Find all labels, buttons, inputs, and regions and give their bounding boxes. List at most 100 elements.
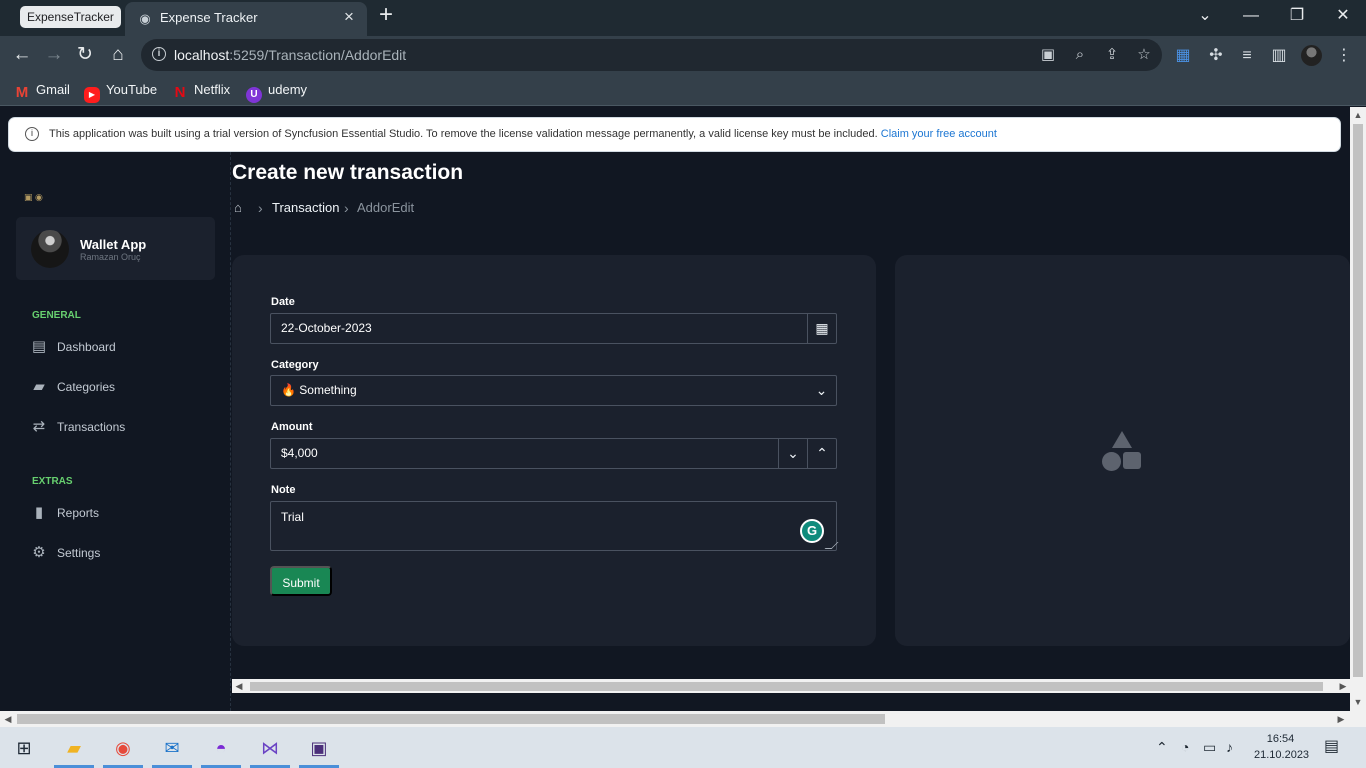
url-text[interactable]: localhost:5259/Transaction/AddorEdit — [174, 47, 406, 63]
clock-time: 16:54 — [1266, 733, 1295, 745]
date-value: 22-October-2023 — [281, 321, 372, 335]
page-vertical-scrollbar[interactable]: ▲ ▼ — [1350, 107, 1366, 711]
date-picker-input[interactable]: 22-October-2023 ▦ — [270, 313, 837, 344]
page-title: Create new transaction — [232, 161, 464, 184]
mail-icon[interactable]: ✉ — [159, 735, 185, 761]
calendar-icon[interactable]: ▦ — [807, 314, 836, 343]
sidebar-toggle-icon[interactable]: ▣ ◉ — [24, 192, 43, 203]
back-button[interactable]: ← — [9, 41, 35, 69]
zoom-icon[interactable]: ⌕ — [1070, 45, 1090, 65]
active-browser-tab[interactable]: ◉ Expense Tracker × — [125, 2, 367, 36]
bookmark-star-icon[interactable]: ☆ — [1134, 45, 1154, 65]
github-desktop-icon[interactable]: ◓ — [208, 735, 234, 761]
bookmark-youtube[interactable]: ▶ YouTube — [84, 81, 158, 103]
windows-start-icon[interactable]: ⊞ — [11, 735, 37, 761]
address-bar[interactable]: i localhost:5259/Transaction/AddorEdit ▣… — [141, 39, 1162, 71]
increment-chevron-up-icon[interactable]: ⌃ — [807, 439, 836, 468]
extensions-puzzle-icon[interactable]: ✣ — [1205, 45, 1227, 67]
transfer-arrows-icon: ⇄ — [32, 418, 46, 435]
terminal-icon[interactable]: ▣ — [306, 735, 332, 761]
sidebar-item-settings[interactable]: ⚙ Settings — [30, 538, 220, 568]
bookmark-label: Netflix — [194, 82, 231, 97]
license-message: This application was built using a trial… — [49, 128, 881, 140]
clock-date: 21.10.2023 — [1254, 749, 1310, 761]
content-horizontal-scrollbar[interactable]: ◀ ▶ — [232, 679, 1350, 693]
tab-search-icon[interactable]: ⌄ — [1192, 3, 1218, 29]
breadcrumb-transaction-link[interactable]: Transaction — [272, 198, 339, 218]
claim-free-account-link[interactable]: Claim your free account — [881, 128, 997, 140]
share-icon[interactable]: ⇪ — [1102, 45, 1122, 65]
sidebar-item-transactions[interactable]: ⇄ Transactions — [30, 412, 220, 442]
bookmark-udemy[interactable]: Uudemy — [246, 81, 307, 103]
submit-button[interactable]: Submit — [270, 566, 332, 596]
show-hidden-icons-chevron-icon[interactable]: ⌃ — [1156, 739, 1168, 755]
scroll-up-icon[interactable]: ▲ — [1351, 108, 1365, 122]
wifi-icon[interactable]: ◔ — [1181, 739, 1189, 755]
amount-value: $4,000 — [281, 446, 318, 460]
scrollbar-thumb[interactable] — [17, 714, 885, 724]
forward-button[interactable]: → — [41, 41, 67, 69]
media-controls-icon[interactable]: ≡ — [1236, 45, 1258, 67]
file-explorer-icon[interactable]: ▰ — [61, 735, 87, 761]
translate-icon[interactable]: ▣ — [1038, 45, 1058, 65]
info-icon: i — [25, 127, 39, 141]
scroll-left-icon[interactable]: ◀ — [1, 712, 15, 726]
bookmark-netflix[interactable]: N Netflix — [172, 81, 231, 101]
category-dropdown[interactable]: 🔥 Something ⌄ — [270, 375, 837, 406]
category-label: Category — [271, 359, 319, 371]
note-textarea[interactable]: Trial G — [270, 501, 839, 551]
bookmark-label: YouTube — [106, 82, 158, 97]
new-tab-button[interactable]: + — [376, 3, 396, 28]
sidebar-item-categories[interactable]: ▰ Categories — [30, 372, 220, 402]
browser-menu-icon[interactable]: ⋮ — [1333, 45, 1355, 67]
sidebar-item-reports[interactable]: ▮ Reports — [30, 498, 220, 528]
visual-studio-icon[interactable]: ⋈ — [257, 735, 283, 761]
browser-toolbar: ← → ↻ ⌂ i localhost:5259/Transaction/Add… — [0, 36, 1366, 74]
google-translate-extension-icon[interactable]: ▦ — [1172, 45, 1194, 67]
main-content: Create new transaction ⌂ › Transaction ›… — [232, 152, 1350, 711]
scroll-left-icon[interactable]: ◀ — [232, 679, 246, 693]
minimize-window-button[interactable]: — — [1238, 3, 1264, 29]
profile-subtitle: Ramazan Oruç — [80, 252, 141, 262]
resize-handle[interactable] — [824, 542, 839, 549]
chrome-icon[interactable]: ◉ — [110, 735, 136, 761]
taskbar-clock[interactable]: 16:54 21.10.2023 — [1254, 731, 1310, 763]
profile-avatar[interactable] — [1301, 45, 1322, 66]
scroll-right-icon[interactable]: ▶ — [1336, 679, 1350, 693]
close-window-button[interactable]: ✕ — [1330, 3, 1356, 29]
sidebar-section-extras: EXTRAS — [32, 476, 73, 487]
chevron-right-icon: › — [344, 200, 349, 216]
scrollbar-thumb[interactable] — [250, 682, 1323, 691]
triangle-shape — [1112, 431, 1132, 448]
bookmarks-bar: M Gmail ▶ YouTube N Netflix Uudemy — [0, 74, 1366, 106]
bar-chart-icon: ▮ — [34, 504, 44, 521]
chevron-down-icon[interactable]: ⌄ — [807, 376, 836, 405]
close-tab-icon[interactable]: × — [341, 8, 357, 26]
sidebar-item-dashboard[interactable]: ▤ Dashboard — [30, 332, 220, 362]
bookmark-gmail[interactable]: M Gmail — [14, 81, 70, 101]
restore-window-button[interactable]: ❐ — [1284, 3, 1310, 29]
url-path: :5259/Transaction/AddorEdit — [229, 47, 407, 63]
netflix-icon: N — [174, 84, 186, 101]
site-info-icon[interactable]: i — [152, 47, 166, 61]
scroll-right-icon[interactable]: ▶ — [1334, 712, 1348, 726]
volume-icon[interactable]: ♪ — [1226, 739, 1233, 755]
side-panel-icon[interactable]: ▥ — [1268, 45, 1290, 67]
circle-shape — [1102, 452, 1121, 471]
home-icon[interactable]: ⌂ — [234, 198, 248, 218]
folder-icon: ▰ — [33, 378, 45, 395]
square-shape — [1123, 452, 1141, 469]
reload-button[interactable]: ↻ — [72, 41, 98, 69]
home-button[interactable]: ⌂ — [105, 41, 131, 69]
battery-icon[interactable]: ▭ — [1203, 739, 1216, 755]
profile-card[interactable]: Wallet App Ramazan Oruç — [16, 217, 215, 280]
notification-center-icon[interactable]: ▤ — [1324, 739, 1339, 755]
tab-group-label[interactable]: ExpenseTracker — [20, 6, 121, 28]
scroll-down-icon[interactable]: ▼ — [1351, 695, 1365, 709]
page-horizontal-scrollbar[interactable]: ◀ ▶ — [0, 711, 1350, 727]
web-app-viewport: i This application was built using a tri… — [0, 107, 1350, 711]
decrement-chevron-down-icon[interactable]: ⌄ — [778, 439, 807, 468]
grammarly-icon[interactable]: G — [800, 519, 824, 543]
amount-numeric-input[interactable]: $4,000 ⌄ ⌃ — [270, 438, 837, 469]
scrollbar-thumb[interactable] — [1353, 124, 1363, 677]
